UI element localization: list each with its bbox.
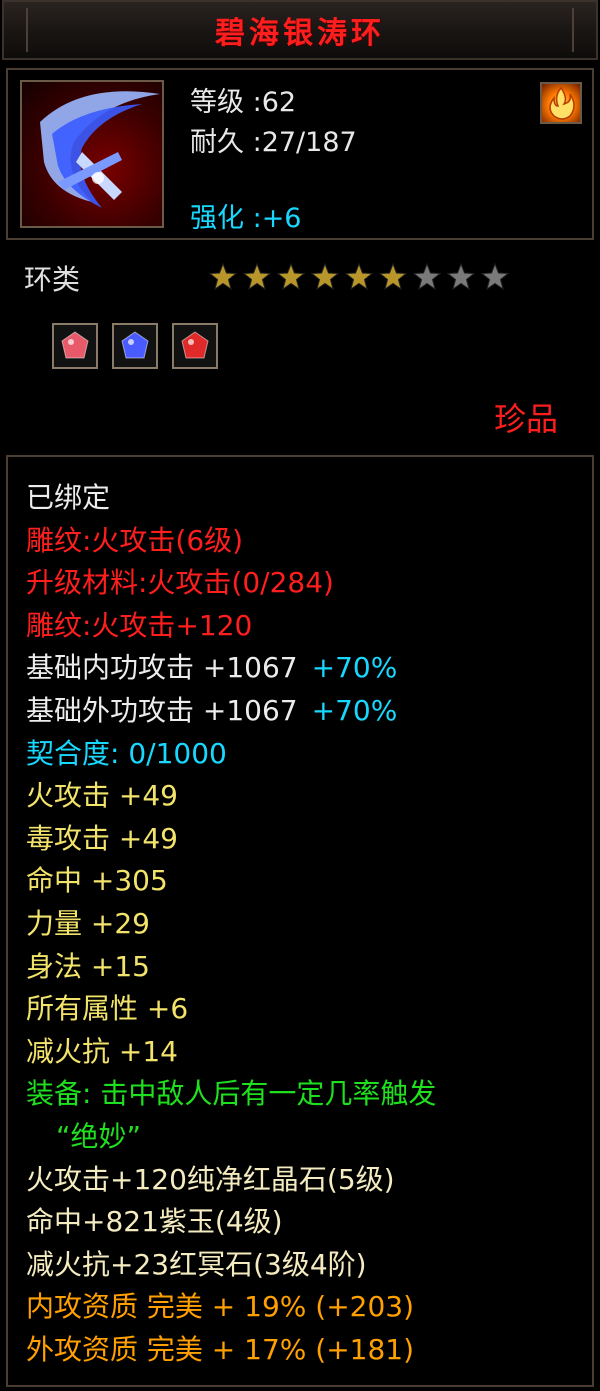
attribute-line: 力量 +29 [26,903,584,946]
durability-label: 耐久 [190,127,244,158]
attribute-line: 已绑定 [26,477,584,520]
attribute-text: 装备: 击中敌人后有一定几率触发 [26,1077,437,1111]
attribute-text: “绝妙” [56,1119,142,1153]
blue-gem-icon[interactable] [112,323,158,369]
attribute-line: 所有属性 +6 [26,988,584,1031]
attribute-text: 外攻资质 完美 + 17% (+181) [26,1332,415,1366]
attribute-text: 升级材料:火攻击(0/284) [26,566,334,600]
attribute-text: 命中 +305 [26,864,168,898]
attribute-line: 基础内功攻击 +1067 +70% [26,647,584,690]
attribute-text: 身法 +15 [26,949,150,983]
attribute-line: 火攻击+120纯净红晶石(5级) [26,1159,584,1202]
title-bar: 碧海银涛环 [2,0,598,60]
attribute-text: 雕纹:火攻击(6级) [26,523,244,557]
durability-value: 27/187 [261,127,357,158]
attribute-line: 内攻资质 完美 + 19% (+203) [26,1286,584,1329]
level-separator: : [244,87,262,118]
blue-gem-icon-art [121,331,149,359]
attribute-line: 减火抗 +14 [26,1031,584,1074]
attribute-text: 减火抗 +14 [26,1034,178,1068]
attribute-line: 外攻资质 完美 + 17% (+181) [26,1329,584,1372]
attribute-line: 升级材料:火攻击(0/284) [26,562,584,605]
level-line: 等级 :62 [190,80,296,119]
star-rating [208,262,510,292]
star-filled-icon [242,262,272,291]
enhance-separator: : [244,203,262,234]
attribute-line: “绝妙” [26,1116,584,1159]
attribute-line: 减火抗+23红冥石(3级4阶) [26,1244,584,1287]
enhance-line: 强化 :+6 [190,196,302,235]
attribute-line: 毒攻击 +49 [26,818,584,861]
attribute-text: 已绑定 [26,481,111,514]
attribute-text: 毒攻击 +49 [26,821,178,855]
blade-ring-icon[interactable] [20,80,164,228]
attribute-text: 契合度: 0/1000 [26,736,227,770]
level-value: 62 [261,87,297,118]
attribute-text: 基础内功攻击 +1067 [26,651,298,685]
attribute-line: 契合度: 0/1000 [26,733,584,776]
attribute-text: 雕纹:火攻击+120 [26,608,253,642]
attribute-bonus: +70% [311,693,398,727]
star-filled-icon [276,262,306,291]
attribute-line: 装备: 击中敌人后有一定几率触发 [26,1073,584,1116]
attribute-line: 身法 +15 [26,946,584,989]
star-filled-icon [344,262,374,291]
star-empty-icon [480,262,510,291]
item-type: 环类 [24,263,81,296]
fire-icon[interactable] [540,82,582,124]
attribute-text: 命中+821紫玉(4级) [26,1205,283,1239]
star-empty-icon [446,262,476,291]
attribute-text: 内攻资质 完美 + 19% (+203) [26,1290,415,1324]
item-name: 碧海银涛环 [215,16,385,51]
attribute-line: 命中+821紫玉(4级) [26,1201,584,1244]
item-tooltip: 碧海银涛环 等级 :62 耐久 :27/187 强化 :+6 环类 珍品 已绑定… [0,0,600,1391]
attribute-line: 火攻击 +49 [26,775,584,818]
item-details-panel: 已绑定雕纹:火攻击(6级) 升级材料:火攻击(0/284) 雕纹:火攻击+120 基础… [6,455,594,1387]
red-gem-icon[interactable] [172,323,218,369]
durability-line: 耐久 :27/187 [190,120,357,159]
pink-gem-icon-art [61,331,89,359]
level-label: 等级 [190,87,244,118]
attribute-list: 已绑定雕纹:火攻击(6级) 升级材料:火攻击(0/284) 雕纹:火攻击+120 基础… [26,477,584,1371]
attribute-line: 基础外功攻击 +1067 +70% [26,690,584,733]
attribute-line: 雕纹:火攻击(6级) [26,520,584,563]
attribute-text: 基础外功攻击 +1067 [26,693,298,727]
enhance-value: +6 [261,203,302,234]
attribute-line: 命中 +305 [26,860,584,903]
star-empty-icon [412,262,442,291]
attribute-text: 减火抗+23红冥石(3级4阶) [26,1247,367,1281]
attribute-bonus: +70% [311,651,398,685]
attribute-text: 火攻击 +49 [26,779,178,813]
title-bar-inner: 碧海银涛环 [26,8,574,52]
pink-gem-icon[interactable] [52,323,98,369]
attribute-text: 火攻击+120纯净红晶石(5级) [26,1162,395,1196]
item-header-panel: 等级 :62 耐久 :27/187 强化 :+6 [6,68,594,240]
enhance-label: 强化 [190,203,244,234]
star-filled-icon [310,262,340,291]
socketed-gems [52,323,218,369]
fire-icon-art [549,86,575,120]
red-gem-icon-art [181,331,209,359]
attribute-text: 所有属性 +6 [26,992,189,1026]
star-filled-icon [378,262,408,291]
rarity-label: 珍品 [493,400,558,438]
durability-separator: : [244,127,262,158]
star-filled-icon [208,262,238,291]
attribute-text: 力量 +29 [26,906,150,940]
blade-ring-icon-art [40,91,160,208]
attribute-line: 雕纹:火攻击+120 [26,605,584,648]
